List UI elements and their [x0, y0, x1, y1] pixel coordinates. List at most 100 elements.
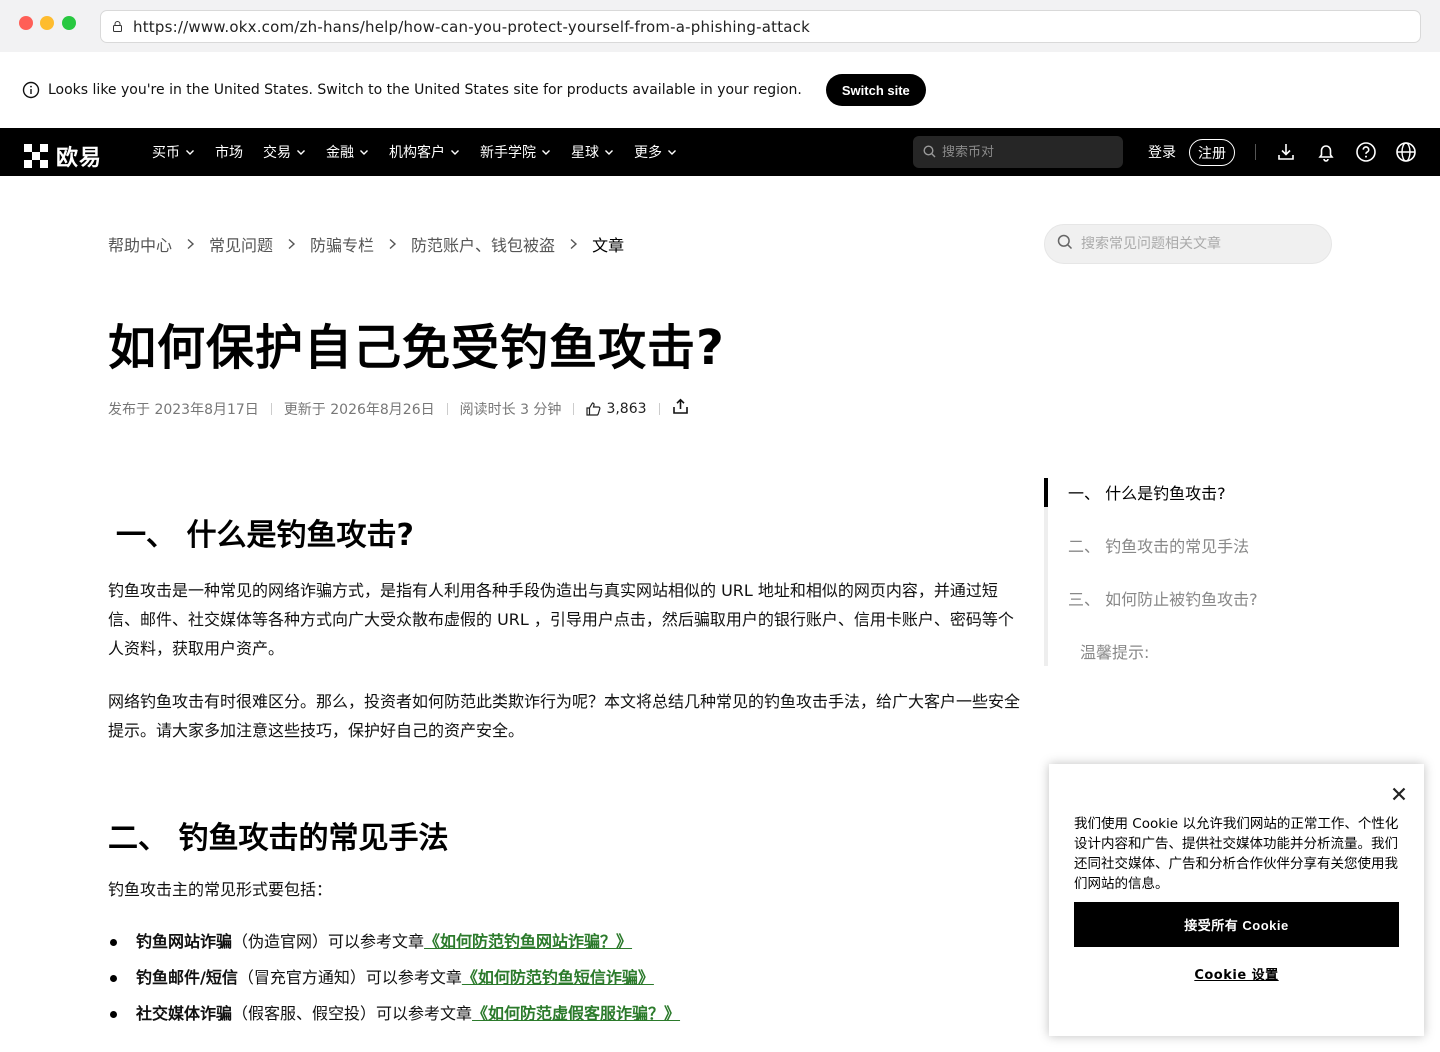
article-link[interactable]: 《如何防范钓鱼短信诈骗》	[462, 968, 654, 987]
section-1-paragraph-2: 网络钓鱼攻击有时很难区分。那么，投资者如何防范此类欺诈行为呢？本文将总结几种常见…	[108, 692, 1021, 740]
list-item-text: （假客服、假空投）可以参考文章	[232, 1004, 473, 1023]
nav-item[interactable]: 买币	[152, 142, 195, 162]
chevron-right-icon	[570, 238, 578, 250]
lock-icon	[113, 21, 123, 33]
nav-item-label: 交易	[263, 145, 291, 161]
download-icon[interactable]	[1275, 141, 1297, 163]
chevron-down-icon	[668, 150, 676, 155]
chevron-right-icon	[187, 238, 195, 250]
section-1-paragraph-1: 钓鱼攻击是一种常见的网络诈骗方式，是指有人利用各种手段伪造出与真实网站相似的 U…	[108, 581, 1014, 658]
published-date: 发布于 2023年8月17日	[108, 401, 259, 418]
toc-item[interactable]: 二、 钓鱼攻击的常见手法	[1068, 533, 1249, 557]
chevron-down-icon	[542, 150, 550, 155]
help-search-input[interactable]	[1081, 236, 1321, 252]
nav-item[interactable]: 交易	[263, 142, 306, 162]
chevron-down-icon	[297, 150, 305, 155]
table-of-contents: 一、 什么是钓鱼攻击? 二、 钓鱼攻击的常见手法 三、 如何防止被钓鱼攻击? 温馨提示…	[1044, 478, 1344, 666]
close-window-button[interactable]	[19, 16, 33, 30]
nav-item-label: 机构客户	[389, 145, 445, 161]
breadcrumb-item[interactable]: 常见问题	[209, 232, 273, 256]
cookie-dialog: 我们使用 Cookie 以允许我们网站的正常工作、个性化设计内容和广告、提供社交…	[1049, 764, 1424, 1036]
breadcrumb-item[interactable]: 防骗专栏	[310, 232, 374, 256]
breadcrumb: 帮助中心 常见问题 防骗专栏 防范账户、钱包被盗 文章	[108, 232, 624, 256]
like-button[interactable]: 3,863	[586, 400, 647, 417]
section-2-intro: 钓鱼攻击主的常见形式要包括：	[108, 880, 333, 899]
region-message: Looks like you're in the United States. …	[48, 82, 802, 98]
nav-item-label: 金融	[326, 145, 354, 161]
list-item-term: 社交媒体诈骗	[136, 1004, 233, 1023]
nav-item[interactable]: 市场	[215, 142, 243, 162]
article-title: 如何保护自己免受钓鱼攻击?	[108, 320, 725, 376]
url-text: https://www.okx.com/zh-hans/help/how-can…	[133, 17, 811, 36]
nav-item[interactable]: 机构客户	[389, 142, 460, 162]
list-item-text: （冒充官方通知）可以参考文章	[237, 968, 462, 987]
nav-item[interactable]: 更多	[634, 142, 677, 162]
browser-chrome: https://www.okx.com/zh-hans/help/how-can…	[0, 0, 1440, 52]
list-item-term: 钓鱼网站诈骗	[136, 932, 233, 951]
chevron-down-icon	[360, 150, 368, 155]
main-menu: 买币 市场 交易 金融 机构客户 新手学院 星球 更多	[152, 128, 697, 176]
search-icon	[923, 143, 936, 162]
read-time: 阅读时长 3 分钟	[459, 401, 562, 418]
nav-search-input[interactable]	[942, 144, 1112, 160]
attack-types-list: 钓鱼网站诈骗（伪造官网）可以参考文章《如何防范钓鱼网站诈骗？》 钓鱼邮件/短信（冒…	[108, 924, 1024, 1032]
help-search-box[interactable]	[1044, 224, 1332, 264]
address-bar[interactable]: https://www.okx.com/zh-hans/help/how-can…	[100, 10, 1421, 43]
thumbs-up-icon	[586, 401, 601, 416]
breadcrumb-item[interactable]: 帮助中心	[108, 232, 172, 256]
breadcrumb-item: 文章	[592, 236, 625, 255]
logo-text: 欧易	[56, 146, 103, 171]
share-icon[interactable]	[672, 398, 689, 419]
list-item-term: 钓鱼邮件/短信	[136, 968, 238, 987]
nav-item-label: 更多	[634, 145, 662, 161]
nav-item-label: 星球	[571, 145, 599, 161]
region-banner: Looks like you're in the United States. …	[0, 52, 1440, 128]
top-nav: 欧易 买币 市场 交易 金融 机构客户 新手学院 星球 更多 登录 注册	[0, 128, 1440, 176]
okx-logo[interactable]: 欧易	[24, 140, 102, 172]
close-icon[interactable]	[1392, 786, 1406, 801]
nav-search-box[interactable]	[913, 136, 1123, 168]
breadcrumb-item[interactable]: 防范账户、钱包被盗	[411, 232, 555, 256]
article-link[interactable]: 《如何防范虚假客服诈骗？》	[472, 1004, 680, 1023]
search-icon	[1057, 234, 1073, 254]
nav-item-label: 新手学院	[480, 145, 536, 161]
nav-divider	[1255, 144, 1256, 160]
article-link[interactable]: 《如何防范钓鱼网站诈骗？》	[424, 932, 632, 951]
list-item: 钓鱼邮件/短信（冒充官方通知）可以参考文章《如何防范钓鱼短信诈骗》	[108, 960, 1024, 996]
section-1-heading: 一、 什么是钓鱼攻击?	[116, 518, 414, 553]
login-link[interactable]: 登录	[1148, 142, 1176, 162]
toc-item[interactable]: 一、 什么是钓鱼攻击?	[1068, 480, 1226, 504]
chevron-down-icon	[605, 150, 613, 155]
toc-active-indicator	[1044, 478, 1048, 507]
cookie-text: 我们使用 Cookie 以允许我们网站的正常工作、个性化设计内容和广告、提供社交…	[1074, 816, 1399, 892]
globe-icon[interactable]	[1395, 141, 1417, 163]
article-meta: 发布于 2023年8月17日 更新于 2026年8月26日 阅读时长 3 分钟 …	[108, 398, 689, 419]
nav-item[interactable]: 星球	[571, 142, 614, 162]
okx-logo-icon	[24, 144, 48, 168]
accept-cookies-button[interactable]: 接受所有 Cookie	[1074, 902, 1399, 947]
minimize-window-button[interactable]	[40, 16, 54, 30]
cookie-settings-link[interactable]: Cookie 设置	[1074, 964, 1399, 983]
nav-item[interactable]: 金融	[326, 142, 369, 162]
updated-date: 更新于 2026年8月26日	[283, 401, 435, 418]
toc-item[interactable]: 三、 如何防止被钓鱼攻击?	[1068, 586, 1258, 610]
nav-item-label: 市场	[215, 145, 243, 161]
list-item: 社交媒体诈骗（假客服、假空投）可以参考文章《如何防范虚假客服诈骗？》	[108, 996, 1024, 1032]
help-icon[interactable]	[1355, 141, 1377, 163]
chevron-down-icon	[186, 150, 194, 155]
signup-button[interactable]: 注册	[1189, 139, 1235, 166]
toc-item[interactable]: 温馨提示:	[1080, 639, 1149, 663]
like-count: 3,863	[606, 400, 647, 417]
switch-site-button[interactable]: Switch site	[825, 74, 926, 106]
article-body: 一、 什么是钓鱼攻击? 钓鱼攻击是一种常见的网络诈骗方式，是指有人利用各种手段伪…	[108, 510, 1024, 1032]
nav-item-label: 买币	[152, 145, 180, 161]
bell-icon[interactable]	[1315, 141, 1337, 163]
nav-item[interactable]: 新手学院	[480, 142, 551, 162]
chevron-right-icon	[288, 238, 296, 250]
list-item-text: （伪造官网）可以参考文章	[232, 932, 425, 951]
maximize-window-button[interactable]	[62, 16, 76, 30]
section-2-heading: 二、 钓鱼攻击的常见手法	[108, 821, 449, 856]
chevron-right-icon	[389, 238, 397, 250]
info-icon	[22, 81, 40, 99]
list-item: 钓鱼网站诈骗（伪造官网）可以参考文章《如何防范钓鱼网站诈骗？》	[108, 924, 1024, 960]
